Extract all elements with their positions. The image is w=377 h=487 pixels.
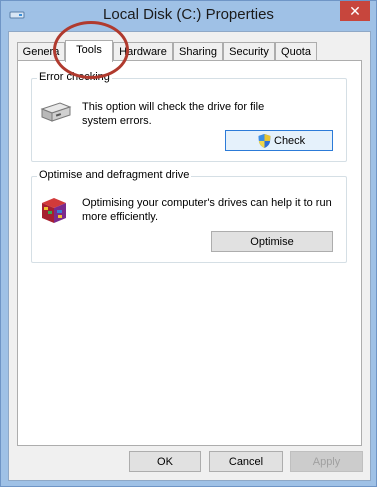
window-title: Local Disk (C:) Properties	[103, 6, 274, 23]
tab-quota[interactable]: Quota	[275, 42, 317, 61]
dialog-body: Genera Tools Hardware Sharing Security Q…	[8, 31, 371, 481]
properties-window: Local Disk (C:) Properties ✕ Genera Tool…	[0, 0, 377, 487]
error-checking-group: Error checking This option will check th…	[31, 71, 347, 162]
optimise-label: Optimise and defragment drive	[37, 169, 192, 181]
optimise-line1: Optimising your computer's drives can he…	[82, 197, 332, 209]
error-checking-line1: This option will check the drive for fil…	[82, 101, 265, 113]
error-checking-line2: system errors.	[82, 115, 152, 127]
check-button-label: Check	[274, 135, 306, 147]
close-button[interactable]: ✕	[340, 1, 370, 21]
tab-security[interactable]: Security	[223, 42, 275, 61]
hard-drive-icon	[40, 102, 72, 122]
cancel-button[interactable]: Cancel	[209, 451, 283, 472]
optimise-button[interactable]: Optimise	[211, 231, 333, 252]
apply-button[interactable]: Apply	[290, 451, 363, 472]
tab-sharing[interactable]: Sharing	[173, 42, 223, 61]
shield-icon	[258, 134, 271, 148]
optimise-group: Optimise and defragment drive Optimising…	[31, 169, 347, 263]
title-bar[interactable]: Local Disk (C:) Properties ✕	[1, 1, 376, 31]
optimise-line2: more efficiently.	[82, 211, 159, 223]
tools-tab-page: Error checking This option will check th…	[17, 60, 362, 446]
check-button[interactable]: Check	[225, 130, 333, 151]
ok-button[interactable]: OK	[129, 451, 201, 472]
tab-tools[interactable]: Tools	[65, 40, 113, 62]
defragment-icon	[42, 198, 66, 223]
